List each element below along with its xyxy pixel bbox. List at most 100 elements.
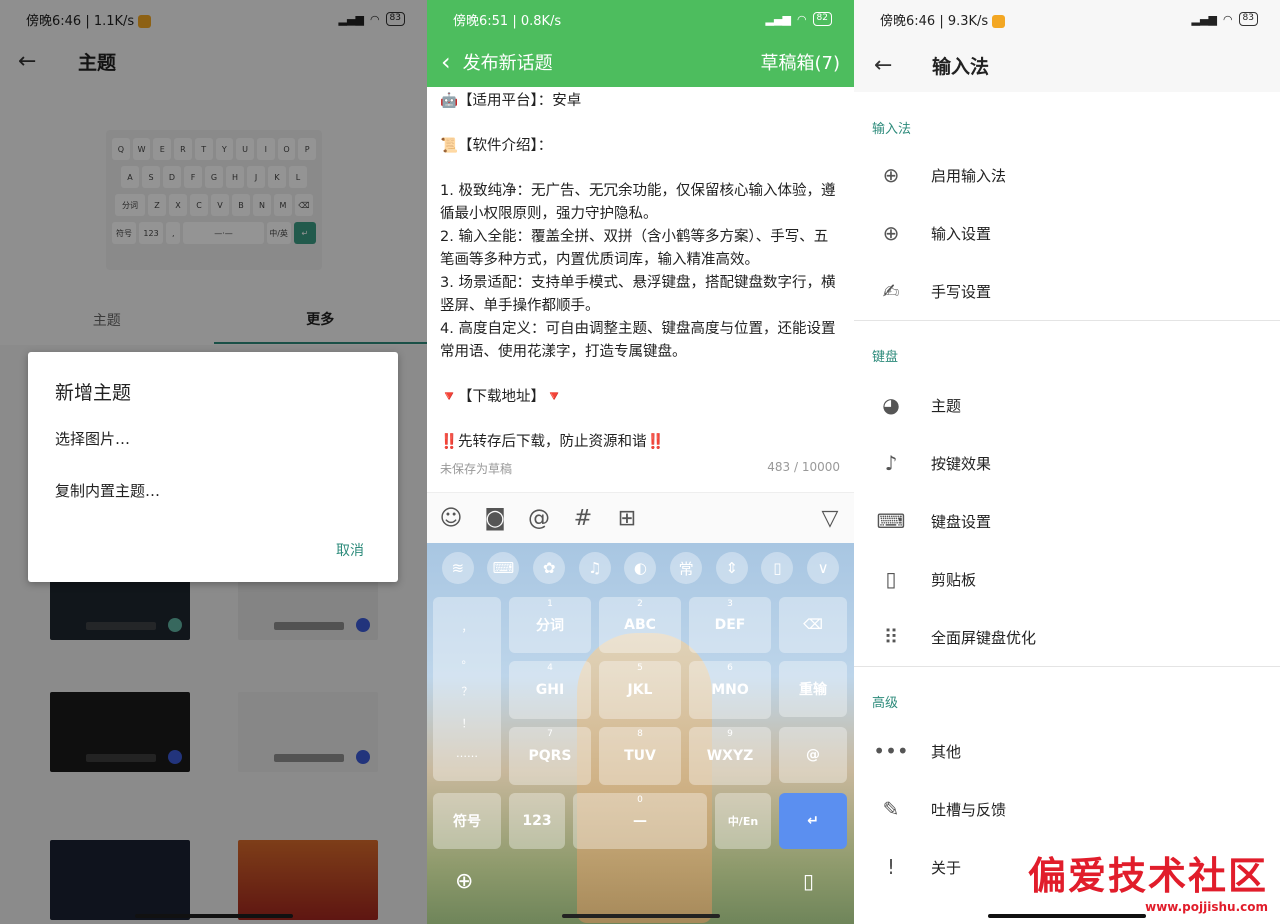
keyboard-dots-icon: ⠿: [883, 625, 899, 649]
t9-key[interactable]: 6 MNO: [689, 661, 771, 719]
t9-key[interactable]: 4 GHI: [509, 661, 591, 719]
home-indicator[interactable]: [562, 914, 720, 918]
t9-key-label: JKL: [627, 682, 653, 698]
logo-icon[interactable]: ≋: [441, 552, 474, 584]
copy-builtin-theme-option[interactable]: 复制内置主题…: [55, 480, 160, 501]
hashtag-icon[interactable]: #: [569, 505, 597, 533]
settings-item[interactable]: ✎ 吐槽与反馈: [854, 780, 1280, 838]
settings-item-label: 全面屏键盘优化: [931, 628, 1037, 647]
settings-item[interactable]: ✍ 手写设置: [854, 262, 1280, 320]
t9-key[interactable]: 1 分词: [509, 597, 591, 653]
at-key[interactable]: @: [779, 727, 847, 783]
settings-item-label: 键盘设置: [931, 512, 992, 531]
section-divider: [854, 320, 1280, 321]
globe-icon: ⊕: [882, 163, 900, 187]
punct-key[interactable]: ，: [462, 619, 473, 635]
bell-icon[interactable]: ♫: [578, 552, 611, 584]
settings-item[interactable]: ◕ 主题: [854, 376, 1280, 434]
punct-key[interactable]: ……: [456, 747, 478, 760]
t9-key[interactable]: 7 PQRS: [509, 727, 591, 785]
t9-key[interactable]: 3 DEF: [689, 597, 771, 653]
post-line: 1. 极致纯净：无广告、无冗余功能，仅保留核心输入体验，遵循最小权限原则，强力守…: [440, 183, 836, 222]
backspace-key[interactable]: ⌫: [779, 597, 847, 653]
add-theme-dialog: 新增主题 选择图片… 复制内置主题… 取消: [28, 352, 398, 582]
status-time: 傍晚6:51 | 0.8K/s: [453, 13, 562, 29]
status-bar: 傍晚6:46 | 9.3K/s ▂▄▆ ◠ 83: [854, 0, 1280, 38]
section-header: 高级: [872, 696, 899, 711]
collapse-icon[interactable]: ▽: [816, 505, 844, 533]
settings-item-label: 关于: [931, 858, 962, 877]
reset-key[interactable]: 重输: [779, 661, 847, 717]
post-line: ‼️先转存后下载，防止资源和谐‼️: [440, 434, 665, 450]
camera-icon[interactable]: ◙: [481, 505, 509, 533]
t9-key-label: PQRS: [528, 748, 572, 764]
settings-item-label: 剪贴板: [931, 570, 977, 589]
post-line: 📜【软件介绍】：: [440, 138, 553, 154]
settings-item[interactable]: ••• 其他: [854, 722, 1280, 780]
t9-key-label: ABC: [624, 617, 656, 633]
t9-key[interactable]: 5 JKL: [599, 661, 681, 719]
settings-item[interactable]: ♪ 按键效果: [854, 434, 1280, 492]
settings-icon[interactable]: ✿: [533, 552, 566, 584]
settings-item[interactable]: ⠿ 全面屏键盘优化: [854, 608, 1280, 666]
move-icon[interactable]: ⇕: [715, 552, 748, 584]
keyboard: ≋ ⌨ ✿ ♫ ◐ 常 ⇕ ▯ ∨ ， 。 ？ ！ …… 1 分词 2 ABC 3 DEF…: [427, 543, 854, 924]
t9-key-number: 2: [637, 599, 643, 609]
punct-key[interactable]: 。: [462, 651, 473, 667]
keyboard-icon[interactable]: ⌨: [487, 552, 520, 584]
settings-item-label: 启用输入法: [931, 166, 1007, 185]
draft-note: 未保存为草稿: [440, 462, 513, 476]
post-editor[interactable]: 🤖【适用平台】：安卓 📜【软件介绍】： 1. 极致纯净：无广告、无冗余功能，仅保…: [440, 90, 842, 454]
phrases-button[interactable]: 常: [670, 552, 703, 584]
page-title: 发布新话题: [462, 53, 553, 74]
space-key[interactable]: 0—: [573, 793, 707, 849]
home-indicator[interactable]: [988, 914, 1146, 918]
t9-key-label: 分词: [536, 618, 564, 634]
watermark: 偏爱技术社区 www.pojjishu.com: [1028, 845, 1268, 914]
t9-key-number: 8: [637, 729, 643, 739]
t9-key-number: 4: [547, 663, 553, 673]
t9-key[interactable]: 2 ABC: [599, 597, 681, 653]
editor-meta: 未保存为草稿 483 / 10000: [440, 460, 840, 477]
t9-key-label: GHI: [535, 682, 565, 698]
settings-item[interactable]: ⊕ 输入设置: [854, 204, 1280, 262]
chevron-down-icon[interactable]: ∨: [807, 552, 840, 584]
settings-item[interactable]: ⌨ 键盘设置: [854, 492, 1280, 550]
select-image-option[interactable]: 选择图片…: [55, 428, 130, 449]
post-line: 🔻【下载地址】🔻: [440, 389, 564, 405]
settings-item-label: 主题: [931, 396, 962, 415]
punct-key[interactable]: ！: [462, 715, 473, 731]
t9-key-label: MNO: [711, 682, 749, 698]
wifi-icon: ◠: [1222, 12, 1233, 26]
clipboard-icon: ▯: [885, 567, 897, 591]
back-arrow-icon[interactable]: ←: [874, 53, 914, 78]
enter-key[interactable]: ↵: [779, 793, 847, 849]
settings-item[interactable]: ▯ 剪贴板: [854, 550, 1280, 608]
editor-toolbar: ☺ ◙ @ # ⊞ ▽: [427, 492, 854, 544]
add-icon[interactable]: ⊞: [613, 505, 641, 533]
symbol-key[interactable]: 符号: [433, 793, 501, 849]
settings-item-label: 其他: [931, 742, 962, 761]
home-indicator[interactable]: [135, 914, 293, 918]
t9-key[interactable]: 8 TUV: [599, 727, 681, 785]
exclamation-icon: !: [886, 855, 896, 879]
clipboard-icon[interactable]: ▯: [761, 552, 794, 584]
cancel-button[interactable]: 取消: [336, 540, 364, 560]
settings-item-label: 手写设置: [931, 282, 992, 301]
settings-item[interactable]: ⊕ 启用输入法: [854, 146, 1280, 204]
emoji-icon[interactable]: ☺: [437, 505, 465, 533]
clipboard-icon[interactable]: ▯: [803, 869, 814, 893]
contrast-icon[interactable]: ◐: [624, 552, 657, 584]
lang-switch-key[interactable]: 中/En: [715, 793, 771, 849]
number-key[interactable]: 123: [509, 793, 565, 849]
back-chevron-icon[interactable]: ‹: [441, 48, 451, 76]
t9-key[interactable]: 9 WXYZ: [689, 727, 771, 785]
punct-key[interactable]: ？: [462, 683, 473, 699]
signal-icon: ▂▄▆: [1191, 12, 1217, 26]
at-icon[interactable]: @: [525, 505, 553, 533]
theme-screen: 傍晚6:46 | 1.1K/s ▂▄▆ ◠ 83 ← 主题 QWERTYUIOPAS…: [0, 0, 427, 924]
wifi-icon: ◠: [796, 12, 807, 26]
drafts-button[interactable]: 草稿箱(7): [761, 49, 841, 75]
globe-icon[interactable]: ⊕: [455, 869, 473, 894]
punctuation-column[interactable]: ， 。 ？ ！ ……: [433, 597, 501, 781]
